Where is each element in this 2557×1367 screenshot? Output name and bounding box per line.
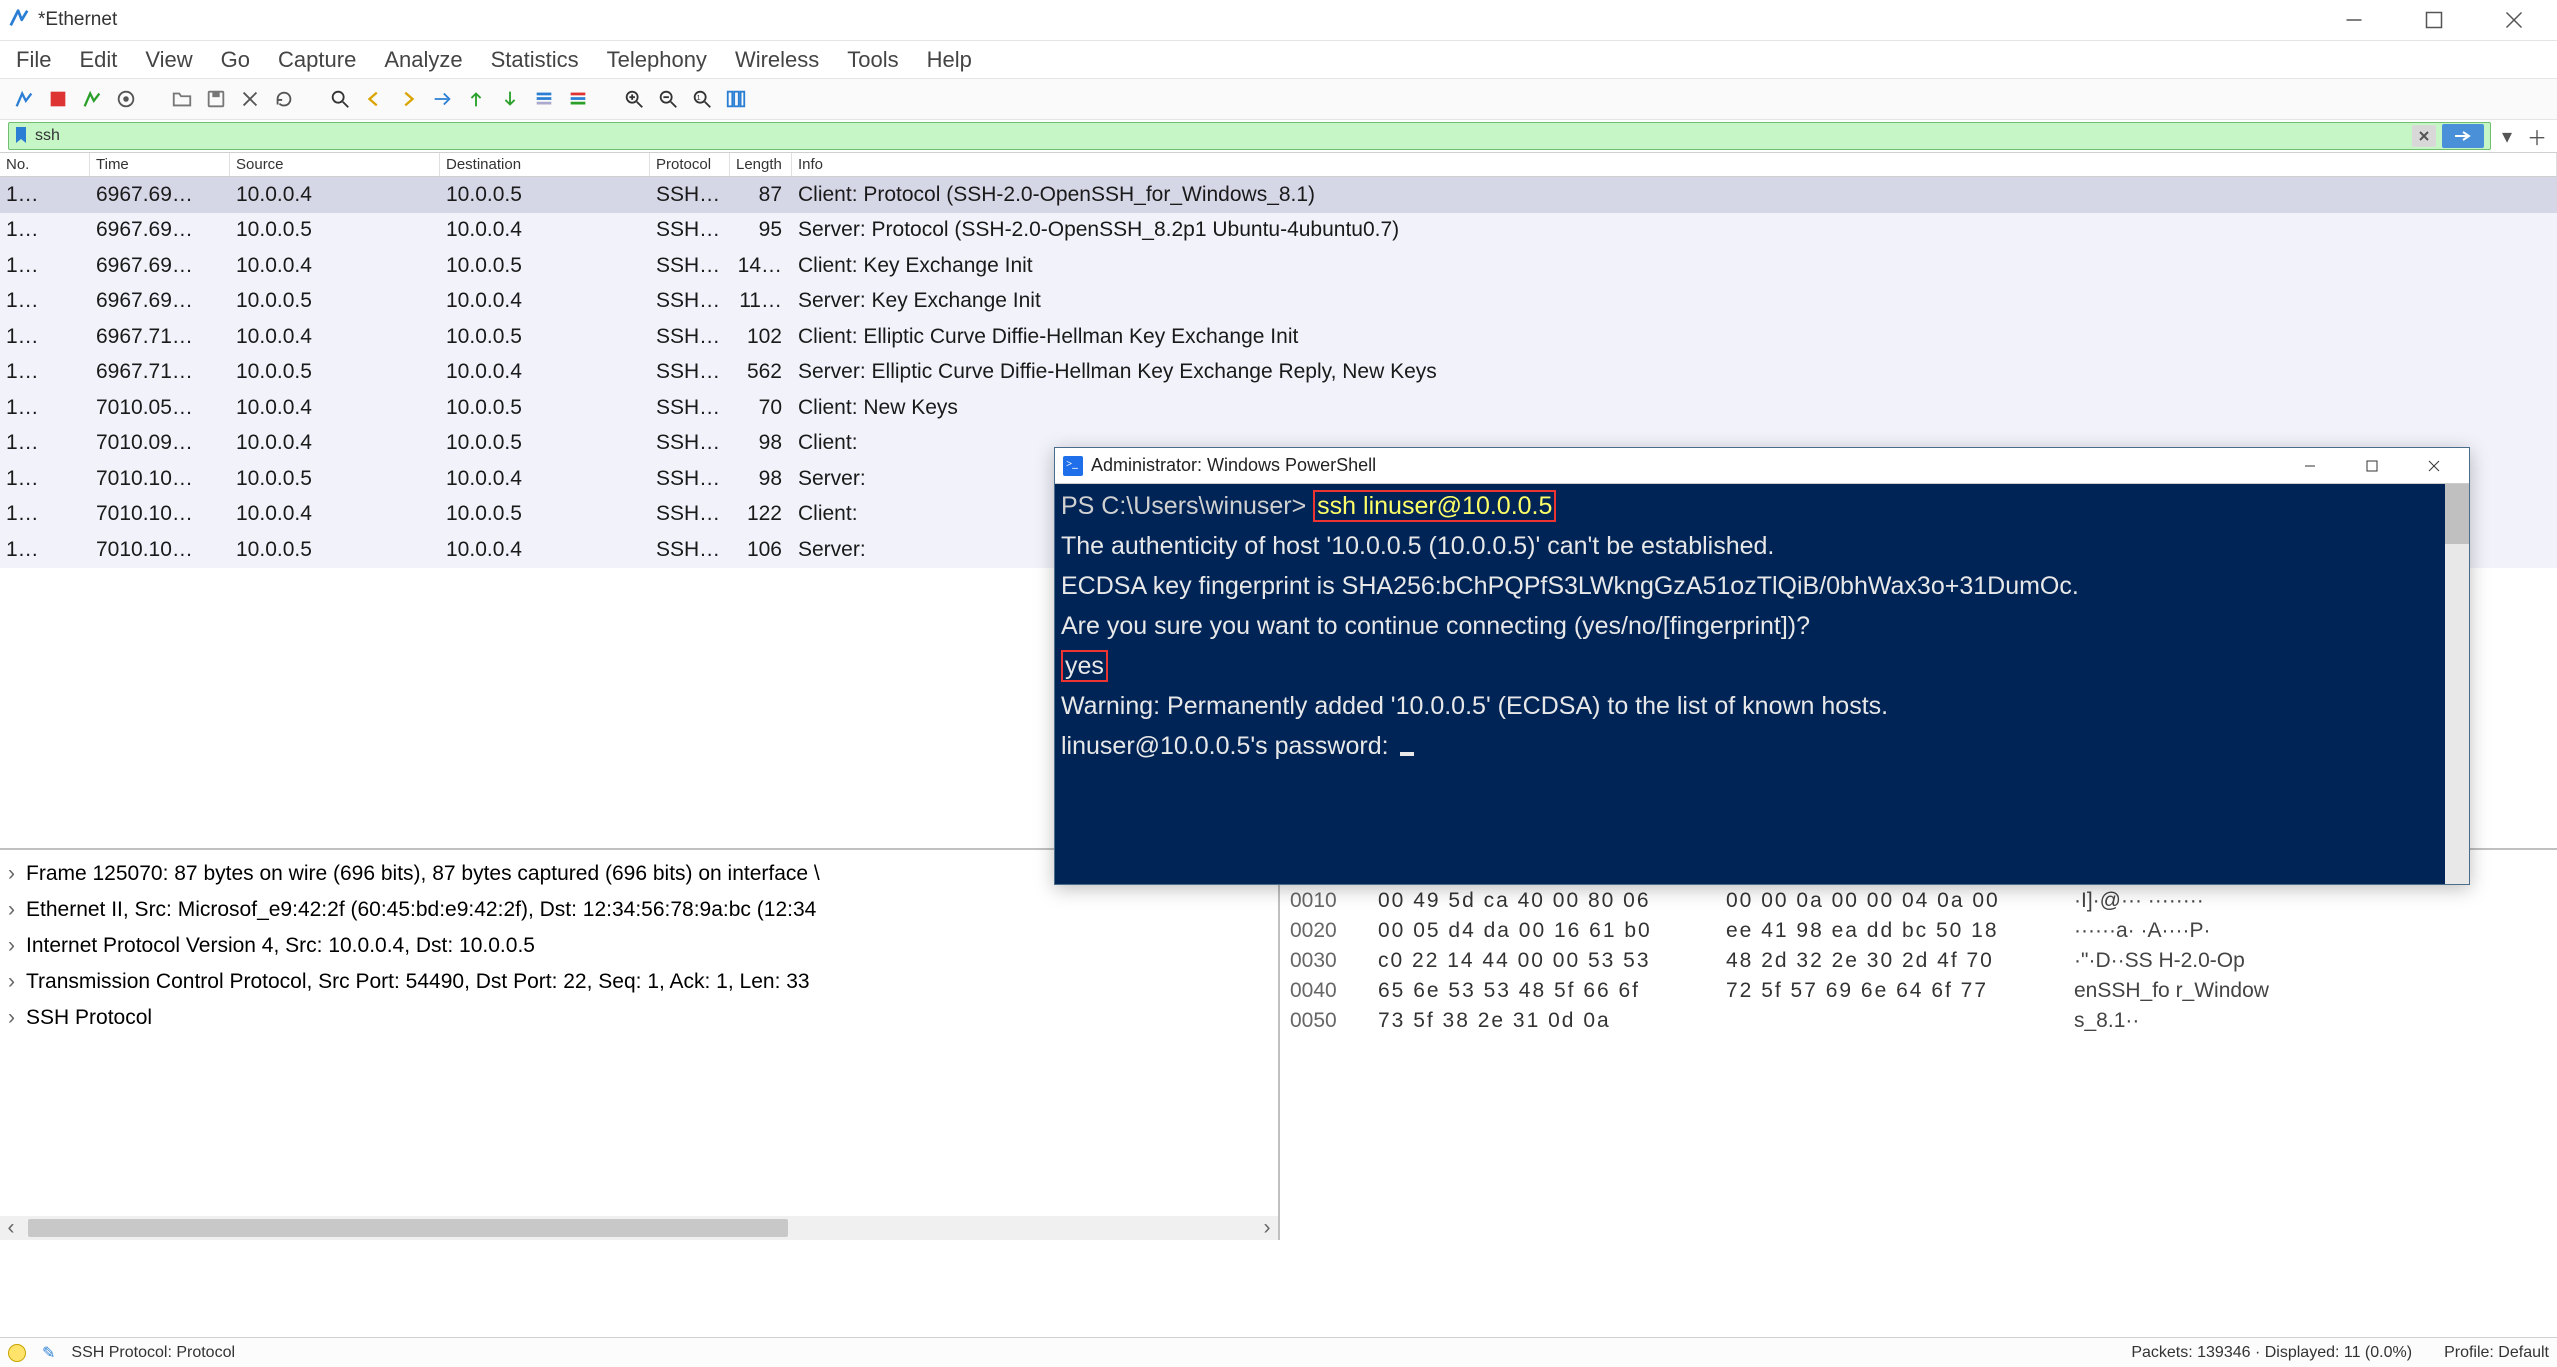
close-file-icon[interactable] xyxy=(236,85,264,113)
menu-bar: File Edit View Go Capture Analyze Statis… xyxy=(0,40,2557,78)
powershell-titlebar[interactable]: Administrator: Windows PowerShell xyxy=(1055,448,2469,484)
display-filter-input[interactable] xyxy=(35,127,2406,145)
start-capture-icon[interactable] xyxy=(10,85,38,113)
main-toolbar: 1 xyxy=(0,78,2557,120)
display-filter-bar: ▾ ＋ xyxy=(0,120,2557,152)
hex-line[interactable]: 002000 05 d4 da 00 16 61 b0ee 41 98 ea d… xyxy=(1290,916,2547,946)
packet-bytes-pane[interactable]: 000012 34 56 78 9a bc 60 45bd e9 42 2f 0… xyxy=(1280,850,2557,1240)
menu-view[interactable]: View xyxy=(145,47,192,73)
ps-line: The authenticity of host '10.0.0.5 (10.0… xyxy=(1061,532,1774,560)
hex-line[interactable]: 0030c0 22 14 44 00 00 53 5348 2d 32 2e 3… xyxy=(1290,946,2547,976)
packet-row[interactable]: 1…6967.69…10.0.0.410.0.0.5SSH…87Client: … xyxy=(0,177,2557,213)
stop-capture-icon[interactable] xyxy=(44,85,72,113)
menu-statistics[interactable]: Statistics xyxy=(491,47,579,73)
menu-help[interactable]: Help xyxy=(927,47,972,73)
menu-analyze[interactable]: Analyze xyxy=(384,47,462,73)
display-filter-field[interactable] xyxy=(8,122,2491,150)
column-no[interactable]: No. xyxy=(0,153,90,176)
window-maximize-button[interactable] xyxy=(2395,0,2473,40)
window-titlebar: *Ethernet xyxy=(0,0,2557,40)
packet-row[interactable]: 1…6967.69…10.0.0.510.0.0.4SSH…11…Server:… xyxy=(0,284,2557,320)
filter-add-button[interactable]: ＋ xyxy=(2525,124,2549,148)
apply-filter-button[interactable] xyxy=(2442,124,2484,148)
ps-minimize-button[interactable] xyxy=(2279,449,2341,483)
packet-row[interactable]: 1…6967.71…10.0.0.510.0.0.4SSH…562Server:… xyxy=(0,355,2557,391)
protocol-tree-node[interactable]: Transmission Control Protocol, Src Port:… xyxy=(8,964,1270,1000)
status-packet-count: Packets: 139346 · Displayed: 11 (0.0%) xyxy=(2131,1344,2412,1362)
ps-close-button[interactable] xyxy=(2403,449,2465,483)
capture-options-icon[interactable] xyxy=(112,85,140,113)
powershell-terminal[interactable]: PS C:\Users\winuser> ssh linuser@10.0.0.… xyxy=(1055,484,2469,884)
window-title: *Ethernet xyxy=(38,9,117,31)
bookmark-icon[interactable] xyxy=(15,127,29,145)
restart-capture-icon[interactable] xyxy=(78,85,106,113)
ps-line: ECDSA key fingerprint is SHA256:bChPQPfS… xyxy=(1061,572,2079,600)
packet-list-header[interactable]: No. Time Source Destination Protocol Len… xyxy=(0,153,2557,177)
status-profile[interactable]: Profile: Default xyxy=(2444,1344,2549,1362)
edit-preferences-icon[interactable]: ✎ xyxy=(42,1343,55,1363)
column-source[interactable]: Source xyxy=(230,153,440,176)
window-minimize-button[interactable] xyxy=(2315,0,2393,40)
status-bar: ✎ SSH Protocol: Protocol Packets: 139346… xyxy=(0,1337,2557,1367)
ps-prompt: PS C:\Users\winuser> xyxy=(1061,492,1313,520)
clear-filter-button[interactable] xyxy=(2412,125,2436,147)
expert-info-icon[interactable] xyxy=(8,1344,26,1362)
open-file-icon[interactable] xyxy=(168,85,196,113)
resize-columns-icon[interactable] xyxy=(722,85,750,113)
details-scrollbar[interactable]: ‹› xyxy=(0,1216,1278,1240)
go-back-icon[interactable] xyxy=(360,85,388,113)
column-info[interactable]: Info xyxy=(792,153,2557,176)
column-protocol[interactable]: Protocol xyxy=(650,153,730,176)
go-first-icon[interactable] xyxy=(462,85,490,113)
auto-scroll-icon[interactable] xyxy=(530,85,558,113)
ps-yes-highlight: yes xyxy=(1061,650,1108,682)
column-destination[interactable]: Destination xyxy=(440,153,650,176)
menu-wireless[interactable]: Wireless xyxy=(735,47,819,73)
menu-go[interactable]: Go xyxy=(221,47,250,73)
hex-line[interactable]: 004065 6e 53 53 48 5f 66 6f72 5f 57 69 6… xyxy=(1290,976,2547,1006)
hex-line[interactable]: 001000 49 5d ca 40 00 80 0600 00 0a 00 0… xyxy=(1290,886,2547,916)
packet-row[interactable]: 1…6967.71…10.0.0.410.0.0.5SSH…102Client:… xyxy=(0,319,2557,355)
colorize-icon[interactable] xyxy=(564,85,592,113)
packet-details-pane[interactable]: Frame 125070: 87 bytes on wire (696 bits… xyxy=(0,850,1280,1240)
status-message: SSH Protocol: Protocol xyxy=(71,1344,235,1362)
menu-file[interactable]: File xyxy=(16,47,51,73)
powershell-window: Administrator: Windows PowerShell PS C:\… xyxy=(1054,447,2470,885)
ps-maximize-button[interactable] xyxy=(2341,449,2403,483)
packet-row[interactable]: 1…6967.69…10.0.0.510.0.0.4SSH…95Server: … xyxy=(0,213,2557,249)
go-last-icon[interactable] xyxy=(496,85,524,113)
terminal-cursor xyxy=(1400,752,1414,756)
protocol-tree-node[interactable]: Ethernet II, Src: Microsof_e9:42:2f (60:… xyxy=(8,892,1270,928)
menu-telephony[interactable]: Telephony xyxy=(607,47,707,73)
reload-icon[interactable] xyxy=(270,85,298,113)
ps-scrollbar[interactable] xyxy=(2445,484,2469,884)
find-packet-icon[interactable] xyxy=(326,85,354,113)
menu-edit[interactable]: Edit xyxy=(79,47,117,73)
zoom-out-icon[interactable] xyxy=(654,85,682,113)
ps-command-highlight: ssh linuser@10.0.0.5 xyxy=(1313,490,1556,522)
wireshark-icon xyxy=(8,7,30,34)
ps-line: Warning: Permanently added '10.0.0.5' (E… xyxy=(1061,692,1888,720)
ps-line: Are you sure you want to continue connec… xyxy=(1061,612,1810,640)
powershell-icon xyxy=(1063,456,1083,476)
protocol-tree-node[interactable]: SSH Protocol xyxy=(8,1000,1270,1036)
menu-capture[interactable]: Capture xyxy=(278,47,356,73)
save-file-icon[interactable] xyxy=(202,85,230,113)
svg-text:1: 1 xyxy=(697,93,701,102)
ps-line: linuser@10.0.0.5's password: xyxy=(1061,732,1396,760)
packet-row[interactable]: 1…6967.69…10.0.0.410.0.0.5SSH…14…Client:… xyxy=(0,248,2557,284)
column-length[interactable]: Length xyxy=(730,153,792,176)
window-close-button[interactable] xyxy=(2475,0,2553,40)
menu-tools[interactable]: Tools xyxy=(847,47,898,73)
go-forward-icon[interactable] xyxy=(394,85,422,113)
powershell-title: Administrator: Windows PowerShell xyxy=(1091,455,1376,476)
zoom-in-icon[interactable] xyxy=(620,85,648,113)
go-to-packet-icon[interactable] xyxy=(428,85,456,113)
zoom-reset-icon[interactable]: 1 xyxy=(688,85,716,113)
filter-history-button[interactable]: ▾ xyxy=(2495,124,2519,148)
column-time[interactable]: Time xyxy=(90,153,230,176)
packet-row[interactable]: 1…7010.05…10.0.0.410.0.0.5SSH…70Client: … xyxy=(0,390,2557,426)
protocol-tree-node[interactable]: Internet Protocol Version 4, Src: 10.0.0… xyxy=(8,928,1270,964)
hex-line[interactable]: 005073 5f 38 2e 31 0d 0as_8.1·· xyxy=(1290,1006,2547,1036)
